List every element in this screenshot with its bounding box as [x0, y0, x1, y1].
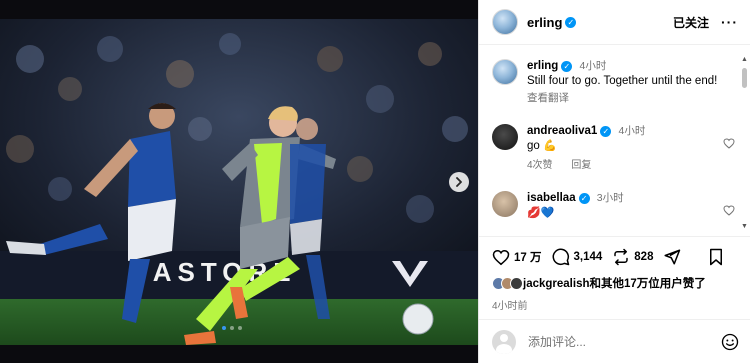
- commenter-avatar[interactable]: [492, 191, 518, 217]
- mini-avatar: [510, 276, 523, 290]
- more-options-icon[interactable]: ···: [721, 14, 738, 30]
- repost-icon: [614, 248, 629, 266]
- comment-like-heart-icon[interactable]: [723, 138, 735, 149]
- reposts-count: 828: [634, 251, 654, 263]
- scroll-down-arrow-icon[interactable]: ▼: [741, 223, 748, 230]
- post-time: 4小时前: [492, 301, 528, 312]
- comment-likes-count[interactable]: 4次赞: [527, 160, 553, 171]
- author-username[interactable]: erling: [527, 15, 562, 30]
- bookmark-icon: [710, 248, 722, 266]
- carousel-indicator: [222, 326, 242, 330]
- comment-emoji: 💪: [543, 140, 557, 152]
- add-comment-input[interactable]: 添加评论...: [528, 333, 721, 350]
- comment-text: go: [527, 140, 540, 152]
- carousel-dot: [230, 326, 234, 330]
- verified-badge-icon: ✓: [578, 193, 590, 204]
- post-header: erling ✓ 已关注 ···: [479, 0, 750, 45]
- comments-scrollbar[interactable]: ▲ ▼: [740, 56, 748, 230]
- scroll-up-arrow-icon[interactable]: ▲: [741, 56, 748, 63]
- post-photo[interactable]: CASTORE: [0, 19, 478, 345]
- send-paper-plane-icon: [664, 249, 681, 265]
- share-button[interactable]: [663, 248, 685, 266]
- commenter-avatar[interactable]: [492, 124, 518, 150]
- comment-time: 3小时: [596, 192, 624, 204]
- liked-by-row[interactable]: jackgrealish和其他17万位用户赞了: [492, 275, 738, 291]
- post-caption: erling ✓ 4小时 Still four to go. Together u…: [492, 59, 721, 106]
- scrollbar-thumb[interactable]: [742, 68, 747, 88]
- carousel-dot-active: [222, 326, 226, 330]
- post-media[interactable]: CASTORE: [0, 0, 478, 363]
- comment-time: 4小时: [618, 125, 646, 137]
- follow-state-button[interactable]: 已关注: [673, 14, 709, 31]
- emoji-icon[interactable]: [721, 333, 739, 351]
- heart-icon: [492, 249, 510, 265]
- chevron-right-icon: [456, 177, 462, 187]
- caption-time: 4小时: [579, 60, 607, 72]
- caption-text: Still four to go. Together until the end…: [527, 75, 718, 87]
- carousel-dot: [238, 326, 242, 330]
- comments-count: 3,144: [573, 251, 603, 263]
- carousel-next-button[interactable]: [449, 172, 469, 192]
- comment-button[interactable]: 3,144: [552, 248, 603, 266]
- comment-item: andreaoliva1 ✓ 4小时 go 💪 4次赞 回复: [492, 124, 735, 173]
- commenter-username[interactable]: andreaoliva1: [527, 125, 597, 137]
- verified-badge-icon: ✓: [600, 126, 612, 137]
- commenter-username[interactable]: isabellaa: [527, 192, 576, 204]
- comment-like-heart-icon[interactable]: [723, 205, 735, 216]
- current-user-avatar: [492, 329, 516, 354]
- comment-emoji: 💋💙: [527, 207, 555, 219]
- author-avatar[interactable]: [492, 9, 518, 35]
- post-side-panel: erling ✓ 已关注 ··· erling ✓ 4小时 Still four …: [478, 0, 750, 363]
- verified-badge-icon: ✓: [565, 16, 577, 28]
- like-button[interactable]: 17 万: [492, 249, 542, 266]
- translate-link[interactable]: 查看翻译: [527, 91, 717, 106]
- verified-badge-icon: ✓: [561, 61, 573, 72]
- caption-username[interactable]: erling: [527, 60, 558, 72]
- repost-button[interactable]: 828: [612, 248, 653, 266]
- comment-bubble-icon: [552, 248, 569, 266]
- football-photo: CASTORE: [0, 19, 478, 345]
- post-actions: 17 万 3,144 828 jackgrealish和其他17万位用户赞了 4…: [479, 236, 750, 312]
- caption-avatar[interactable]: [492, 59, 518, 85]
- likes-count: 17 万: [514, 252, 542, 264]
- comment-reply-link[interactable]: 回复: [571, 160, 591, 171]
- comments-list[interactable]: erling ✓ 4小时 Still four to go. Together u…: [479, 45, 750, 235]
- liked-by-avatars: [492, 276, 523, 290]
- comment-item: isabellaa ✓ 3小时 💋💙: [492, 191, 735, 221]
- save-button[interactable]: [708, 248, 728, 266]
- add-comment-bar: 添加评论...: [479, 319, 750, 363]
- liked-by-text[interactable]: jackgrealish和其他17万位用户赞了: [523, 275, 706, 291]
